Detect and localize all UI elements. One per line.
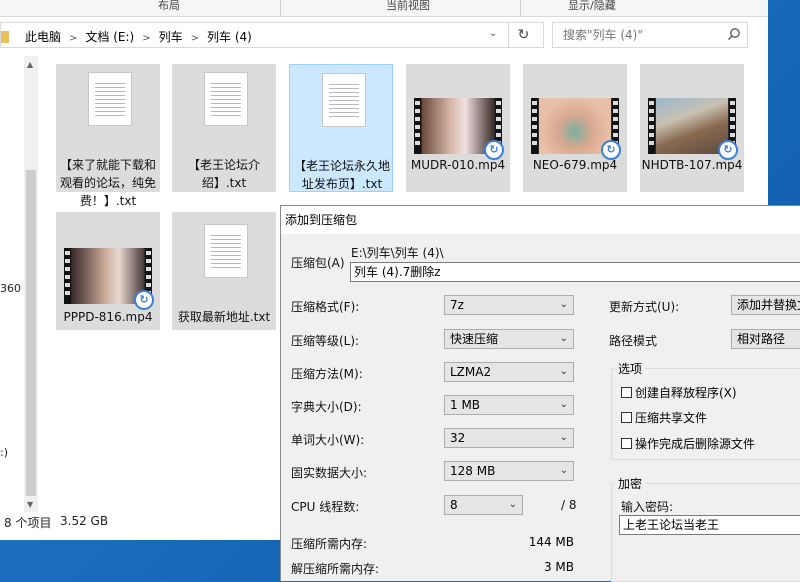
- format-label: 压缩格式(F):: [291, 300, 360, 314]
- cpu-threads-select[interactable]: 8 ⌄: [444, 495, 523, 515]
- word-size-label: 单词大小(W):: [291, 433, 365, 447]
- video-thumbnail: ↻: [414, 98, 504, 160]
- dictionary-label: 字典大小(D):: [291, 400, 362, 414]
- chevron-right-icon[interactable]: >: [69, 33, 77, 44]
- text-file-icon: [204, 224, 248, 278]
- address-bar[interactable]: 此电脑 > 文档 (E:) > 列车 > 列车 (4) ⌄: [0, 22, 544, 48]
- breadcrumb-this-pc[interactable]: 此电脑: [25, 30, 61, 44]
- file-name: PPPD-816.mp4: [63, 310, 153, 324]
- chevron-down-icon: ⌄: [559, 299, 568, 310]
- refresh-icon[interactable]: ↻: [508, 22, 538, 48]
- file-item[interactable]: 获取最新地址.txt: [172, 212, 276, 330]
- encryption-group-title: 加密: [615, 475, 646, 492]
- cpu-threads-label: CPU 线程数:: [291, 500, 360, 514]
- text-file-icon: [322, 73, 366, 127]
- chevron-down-icon: ⌄: [559, 333, 568, 344]
- video-thumbnail: ↻: [648, 98, 738, 160]
- method-select[interactable]: LZMA2 ⌄: [444, 362, 574, 382]
- breadcrumb-lieche-4[interactable]: 列车 (4): [207, 30, 252, 44]
- cpu-threads-max: / 8: [561, 498, 577, 512]
- dialog-title: 添加到压缩包: [281, 206, 800, 234]
- word-size-select[interactable]: 32 ⌄: [444, 428, 574, 448]
- text-file-icon: [88, 72, 132, 126]
- chevron-down-icon: ⌄: [559, 399, 568, 410]
- solid-size-select[interactable]: 128 MB ⌄: [444, 461, 574, 481]
- archive-path: E:\列车\列车 (4)\: [351, 246, 444, 260]
- chevron-right-icon[interactable]: >: [142, 33, 150, 44]
- level-select[interactable]: 快速压缩 ⌄: [444, 329, 574, 349]
- status-item-count: 8 个项目: [4, 516, 52, 530]
- chevron-right-icon[interactable]: >: [191, 33, 199, 44]
- file-item[interactable]: ↻ PPPD-816.mp4: [56, 212, 160, 330]
- ribbon-tab-show-hide[interactable]: 显示/隐藏: [568, 0, 616, 13]
- options-group-title: 选项: [615, 360, 646, 377]
- search-icon[interactable]: [727, 27, 741, 41]
- chevron-down-icon: ⌄: [559, 366, 568, 377]
- scroll-down-icon[interactable]: ▼: [27, 500, 33, 509]
- file-name: MUDR-010.mp4: [410, 158, 506, 172]
- file-name: 获取最新地址.txt: [177, 310, 271, 324]
- search-input[interactable]: [561, 27, 725, 43]
- file-item[interactable]: ↻ NEO-679.mp4: [523, 64, 627, 192]
- update-mode-select[interactable]: 添加并替换文: [731, 295, 800, 315]
- password-label: 输入密码:: [621, 500, 674, 514]
- file-name: 【来了就能下载和观看的论坛，纯免费！】.txt: [59, 158, 156, 208]
- ribbon-tab-layout[interactable]: 布局: [158, 0, 180, 13]
- path-mode-label: 路径模式: [609, 334, 658, 348]
- file-item-selected[interactable]: 【老王论坛永久地址发布页】.txt: [289, 64, 393, 192]
- compress-memory-label: 压缩所需内存:: [291, 537, 368, 551]
- breadcrumb-drive-e[interactable]: 文档 (E:): [85, 30, 134, 44]
- nav-item-label[interactable]: 360: [0, 282, 21, 295]
- add-to-archive-dialog: 添加到压缩包 压缩包(A) E:\列车\列车 (4)\ 列车 (4).7删除z …: [280, 205, 800, 582]
- file-item[interactable]: ↻ NHDTB-107.mp4: [640, 64, 744, 192]
- video-thumbnail: ↻: [531, 98, 621, 160]
- chevron-down-icon: ⌄: [508, 499, 517, 510]
- file-item[interactable]: ↻ MUDR-010.mp4: [406, 64, 510, 192]
- file-name: 【老王论坛永久地址发布页】.txt: [293, 159, 390, 191]
- sfx-checkbox[interactable]: 创建自释放程序(X): [621, 384, 737, 401]
- update-mode-label: 更新方式(U):: [609, 300, 680, 314]
- solid-size-label: 固实数据大小:: [291, 466, 368, 480]
- path-mode-select[interactable]: 相对路径: [731, 329, 800, 349]
- format-select[interactable]: 7z ⌄: [444, 295, 574, 315]
- shared-overlay-icon: ↻: [134, 290, 154, 310]
- level-label: 压缩等级(L):: [291, 334, 360, 348]
- chevron-down-icon: ⌄: [559, 465, 568, 476]
- search-box[interactable]: [552, 22, 748, 48]
- breadcrumb-lieche[interactable]: 列车: [159, 30, 183, 44]
- decompress-memory-label: 解压缩所需内存:: [291, 562, 380, 576]
- compress-memory-value: 144 MB: [528, 535, 574, 549]
- file-item[interactable]: 【来了就能下载和观看的论坛，纯免费！】.txt: [56, 64, 160, 208]
- status-size: 3.52 GB: [60, 514, 109, 528]
- method-label: 压缩方法(M):: [291, 367, 363, 381]
- ribbon-tab-current-view[interactable]: 当前视图: [386, 0, 430, 13]
- ribbon-bar: 布局 当前视图 显示/隐藏: [0, 0, 768, 17]
- file-item[interactable]: 【老王论坛介绍】.txt: [172, 64, 276, 192]
- scroll-up-icon[interactable]: ▲: [27, 60, 33, 69]
- breadcrumb: 此电脑 > 文档 (E:) > 列车 > 列车 (4): [1, 28, 258, 45]
- file-name: 【老王论坛介绍】.txt: [187, 158, 260, 190]
- delete-after-checkbox[interactable]: 操作完成后删除源文件: [621, 435, 755, 452]
- file-name: NHDTB-107.mp4: [641, 158, 743, 172]
- shared-files-checkbox[interactable]: 压缩共享文件: [621, 409, 707, 426]
- decompress-memory-value: 3 MB: [543, 560, 574, 574]
- text-file-icon: [204, 72, 248, 126]
- video-thumbnail: ↻: [64, 248, 154, 310]
- address-dropdown-icon[interactable]: ⌄: [489, 28, 497, 39]
- archive-name-input[interactable]: 列车 (4).7删除z: [350, 262, 800, 282]
- nav-scrollbar-thumb[interactable]: [26, 170, 36, 496]
- password-input[interactable]: 上老王论坛当老王: [619, 515, 800, 535]
- chevron-down-icon: ⌄: [559, 432, 568, 443]
- folder-icon: [1, 31, 9, 43]
- dictionary-select[interactable]: 1 MB ⌄: [444, 395, 574, 415]
- status-bar: 8 个项目 3.52 GB: [0, 512, 280, 532]
- file-name: NEO-679.mp4: [532, 158, 618, 172]
- archive-label: 压缩包(A): [291, 256, 345, 270]
- nav-item-label[interactable]: :): [0, 446, 8, 459]
